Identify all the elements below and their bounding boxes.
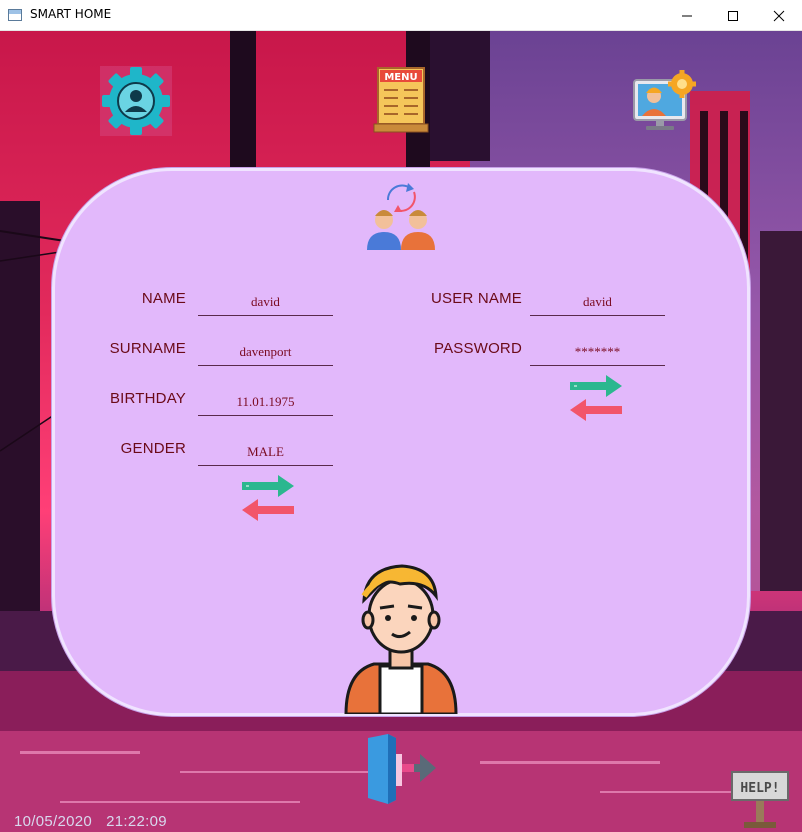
minimize-icon	[682, 15, 692, 16]
datetime-display: 10/05/2020 21:22:09	[14, 813, 167, 830]
title-bar: SMART HOME	[0, 0, 802, 31]
close-button[interactable]	[756, 0, 802, 31]
window-title: SMART HOME	[30, 7, 112, 21]
time-text: 21:22:09	[106, 813, 167, 830]
logout-door-icon	[368, 734, 436, 804]
switch-users-icon	[367, 183, 435, 250]
menu-board-icon: MENU	[373, 67, 429, 133]
password-label: PASSWORD	[434, 340, 522, 357]
logout-button[interactable]	[362, 732, 440, 806]
engineer-monitor-icon	[633, 70, 696, 130]
support-button[interactable]	[632, 68, 696, 134]
app-window-icon	[8, 9, 22, 21]
name-field[interactable]: david	[198, 288, 333, 316]
minimize-button[interactable]	[664, 0, 710, 31]
exchange-arrows-icon	[570, 375, 622, 421]
surname-field[interactable]: davenport	[198, 338, 333, 366]
avatar	[340, 560, 462, 716]
close-icon	[773, 10, 785, 21]
menu-board-text: MENU	[384, 72, 417, 83]
user-gear-icon	[102, 67, 170, 135]
name-label: NAME	[141, 290, 186, 307]
account-update-button[interactable]	[568, 374, 624, 428]
maximize-button[interactable]	[710, 0, 756, 31]
username-label: USER NAME	[431, 290, 522, 307]
profile-settings-button[interactable]	[100, 66, 172, 136]
password-field[interactable]: *******	[530, 338, 665, 366]
surname-label: SURNAME	[109, 340, 186, 357]
personal-info-update-button[interactable]	[240, 474, 296, 528]
username-field[interactable]: david	[530, 288, 665, 316]
user-avatar-icon	[344, 564, 458, 716]
menu-button[interactable]: MENU	[372, 66, 430, 134]
gender-label: GENDER	[120, 440, 186, 457]
gender-field[interactable]: MALE	[198, 438, 333, 466]
help-sign-icon: HELP!	[731, 771, 789, 828]
help-sign-text: HELP!	[740, 781, 779, 796]
date-text: 10/05/2020	[14, 813, 93, 830]
birthday-field[interactable]: 11.01.1975	[198, 388, 333, 416]
help-button[interactable]: HELP!	[728, 768, 792, 830]
maximize-icon	[728, 10, 738, 21]
switch-user-button[interactable]	[364, 180, 438, 252]
exchange-arrows-icon	[242, 475, 294, 521]
birthday-label: BIRTHDAY	[109, 390, 186, 407]
